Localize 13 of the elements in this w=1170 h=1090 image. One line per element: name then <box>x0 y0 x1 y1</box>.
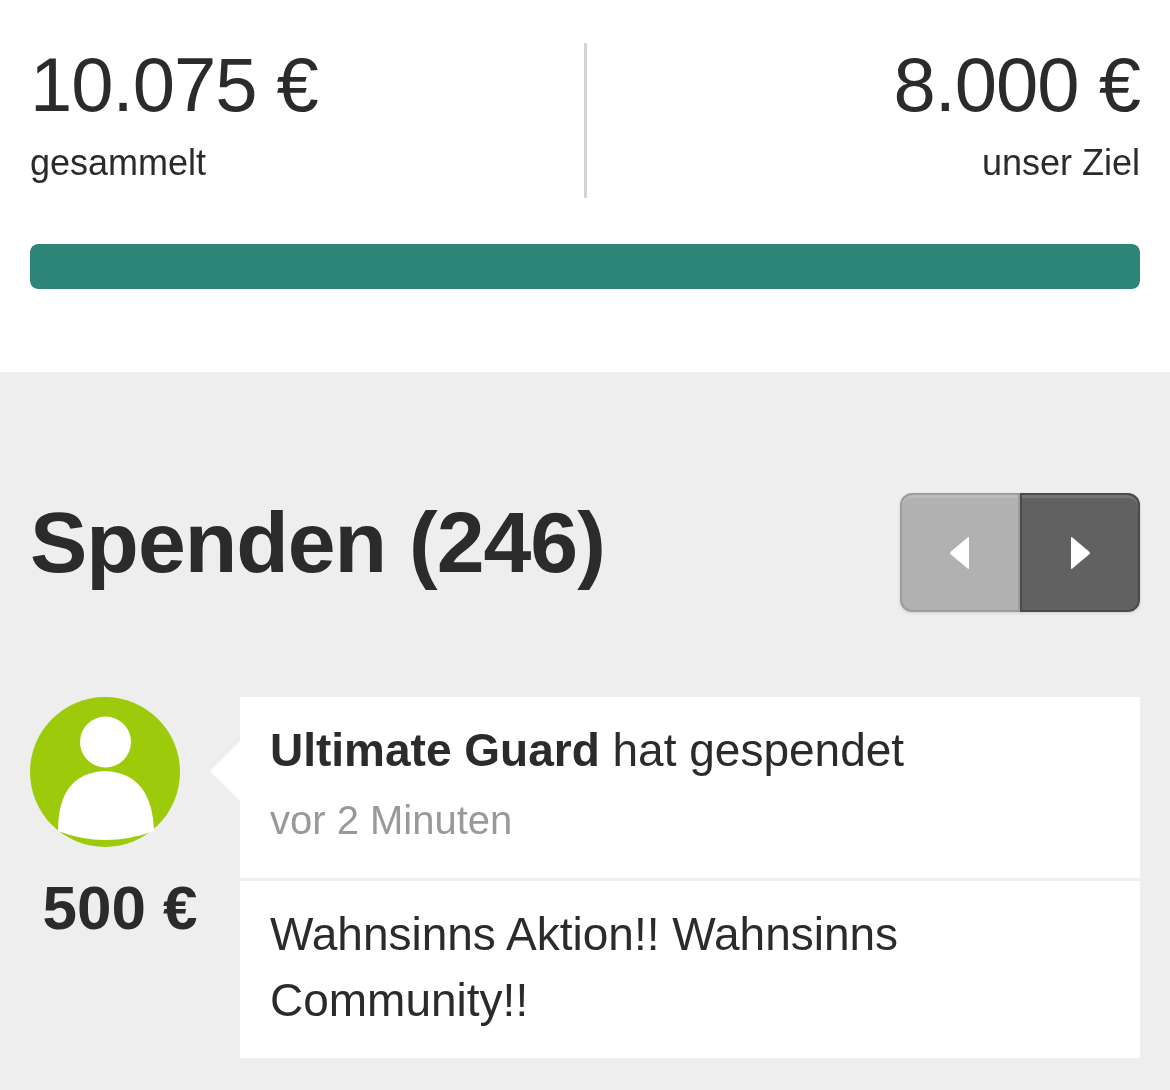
goal-amount: 8.000 € <box>893 43 1140 127</box>
donor-line: Ultimate Guard hat gespendet <box>270 723 906 778</box>
section-title: Spenden (246) <box>30 493 605 592</box>
goal-label: unser Ziel <box>981 140 1140 184</box>
donation-time: vor 2 Minuten <box>270 796 514 844</box>
avatar-icon <box>30 697 180 847</box>
donation-amount: 500 € <box>41 872 199 944</box>
caret-right-icon <box>1069 535 1091 570</box>
next-button[interactable] <box>1020 493 1140 612</box>
raised-amount: 10.075 € <box>30 43 319 127</box>
caret-left-icon <box>949 535 971 570</box>
donation-message: Wahnsinns Aktion!! Wahnsinns Community!! <box>240 877 1140 1058</box>
raised-label: gesammelt <box>30 140 208 184</box>
